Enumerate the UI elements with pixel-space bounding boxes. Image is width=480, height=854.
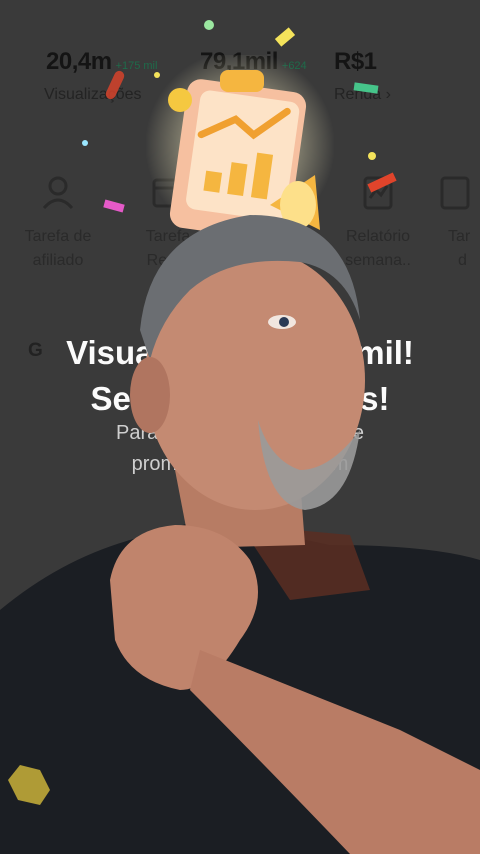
app-screen: 20,4m+175 mil Visualizações 79,1mil+624 …	[0, 0, 480, 854]
presenter-video-overlay	[0, 215, 480, 854]
